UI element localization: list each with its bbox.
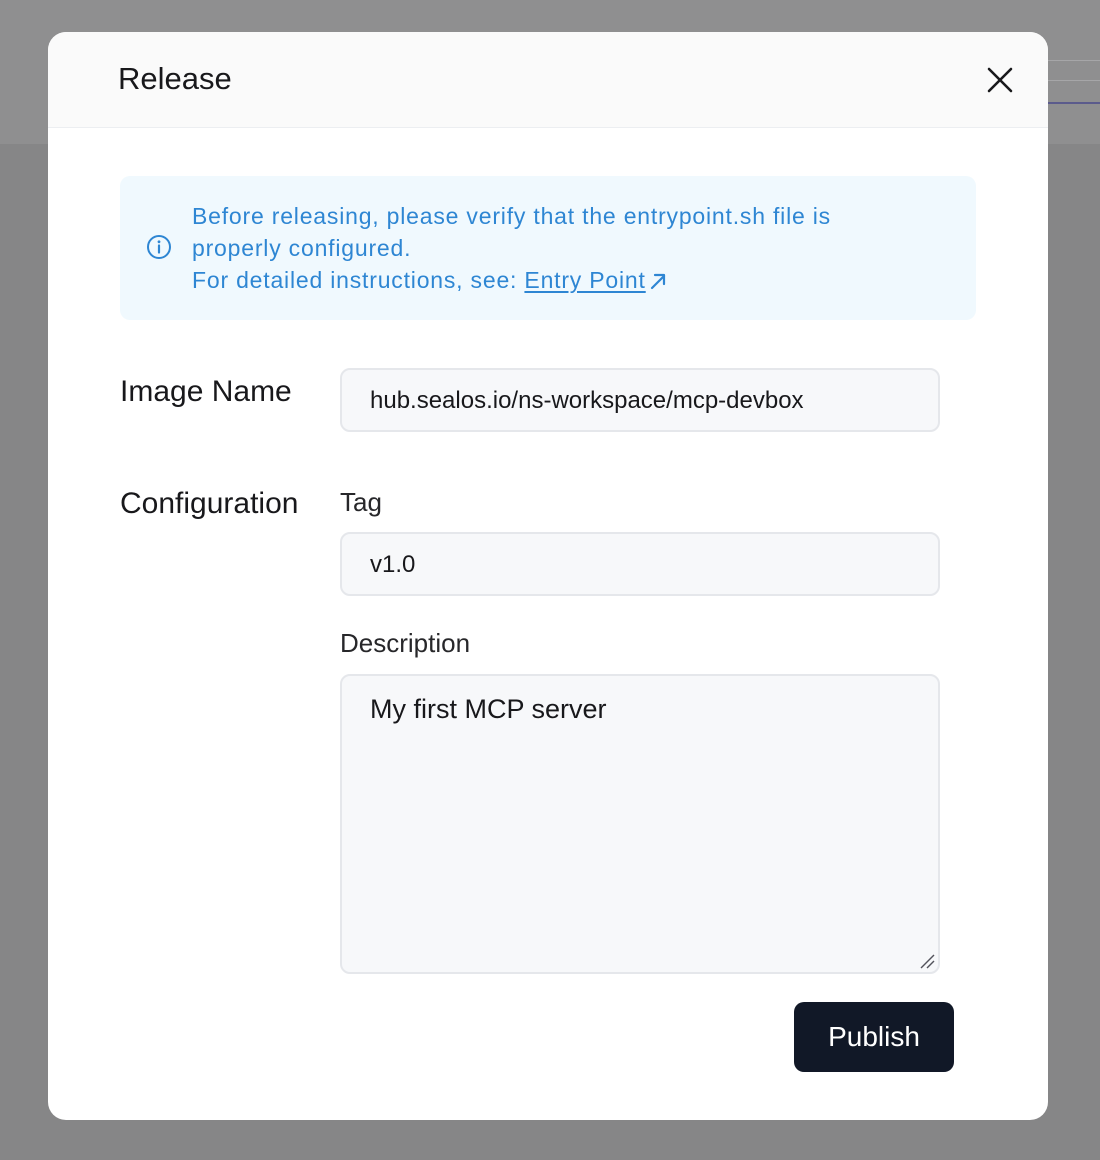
background-divider [1048, 80, 1100, 81]
notice-line-3: For detailed instructions, see: Entry Po… [192, 264, 962, 296]
close-button[interactable] [982, 62, 1018, 98]
dialog-header: Release [48, 32, 1048, 128]
image-name-value: hub.sealos.io/ns-workspace/mcp-devbox [370, 387, 804, 414]
image-name-label: Image Name [120, 375, 292, 408]
background-divider [1048, 60, 1100, 61]
release-dialog: Release Before releasing, please verify … [48, 32, 1048, 1120]
description-textarea[interactable]: My first MCP server [340, 674, 940, 974]
notice-line-1: Before releasing, please verify that the… [192, 203, 831, 229]
notice-line-2: properly configured. [192, 235, 412, 261]
notice-message: Before releasing, please verify that the… [192, 200, 962, 296]
tag-value: v1.0 [370, 551, 416, 578]
description-value: My first MCP server [370, 694, 607, 724]
publish-button[interactable]: Publish [794, 1002, 954, 1072]
notice-line-3-prefix: For detailed instructions, see: [192, 267, 525, 293]
resize-grip-icon[interactable] [918, 952, 936, 970]
entry-point-link[interactable]: Entry Point [524, 267, 645, 293]
close-icon [987, 67, 1013, 93]
image-name-input[interactable]: hub.sealos.io/ns-workspace/mcp-devbox [340, 368, 940, 432]
info-icon [147, 235, 171, 259]
entrypoint-notice: Before releasing, please verify that the… [120, 176, 976, 320]
external-link-icon[interactable] [648, 271, 668, 291]
tag-label: Tag [340, 487, 382, 517]
background-tab-indicator [1048, 102, 1100, 104]
tag-input[interactable]: v1.0 [340, 532, 940, 596]
dialog-title: Release [118, 61, 232, 96]
description-label: Description [340, 628, 471, 658]
configuration-label: Configuration [120, 487, 299, 520]
